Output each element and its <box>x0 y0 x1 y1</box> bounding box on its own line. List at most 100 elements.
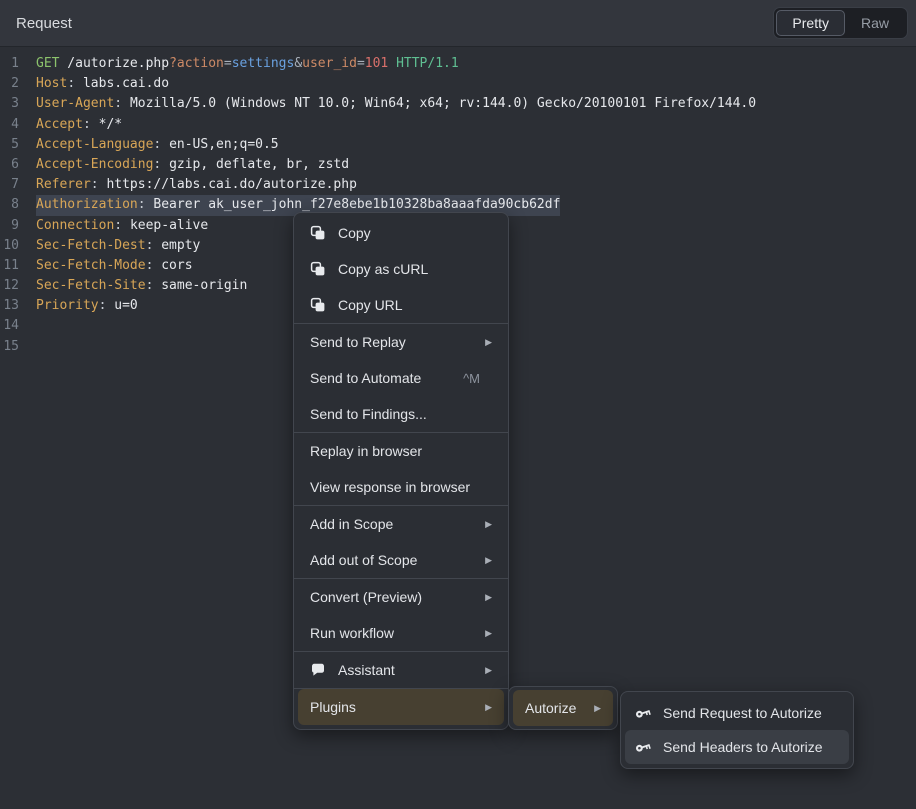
menu-item-add-in-scope[interactable]: Add in Scope▶ <box>298 506 504 542</box>
line-text: Sec-Fetch-Site: same-origin <box>36 276 247 296</box>
line-number: 15 <box>0 337 19 357</box>
autorize-submenu: Send Request to Autorize Send Headers to … <box>620 691 854 769</box>
token-colon: : <box>146 238 162 253</box>
menu-item-label: Assistant <box>338 662 395 678</box>
token-hvalue: empty <box>161 238 200 253</box>
menu-item-assistant[interactable]: Assistant ▶ <box>298 652 504 688</box>
menu-item-plugins[interactable]: Plugins▶ <box>298 689 504 725</box>
token-colon: : <box>114 218 130 233</box>
menu-item-replay-in-browser[interactable]: Replay in browser <box>298 433 504 469</box>
line-number: 9 <box>0 216 19 236</box>
menu-item-run-workflow[interactable]: Run workflow▶ <box>298 615 504 651</box>
menu-item-convert-preview[interactable]: Convert (Preview) ▶ <box>298 579 504 615</box>
line-text: Host: labs.cai.do <box>36 74 169 94</box>
token-hvalue: en-US,en;q=0.5 <box>169 137 279 152</box>
line-number: 3 <box>0 94 19 114</box>
token-colon: : <box>146 258 162 273</box>
line-text: Accept-Encoding: gzip, deflate, br, zstd <box>36 155 349 175</box>
copy-icon <box>310 261 326 277</box>
line-text: Referer: https://labs.cai.do/autorize.ph… <box>36 175 357 195</box>
token-http: HTTP/1.1 <box>396 56 459 71</box>
line-number: 7 <box>0 175 19 195</box>
submenu-arrow-icon: ▶ <box>594 703 605 714</box>
submenu-arrow-icon: ▶ <box>485 628 496 639</box>
menu-item-label: Add out of Scope <box>310 552 417 568</box>
token-hname: Priority <box>36 298 99 313</box>
token-colon: : <box>99 298 115 313</box>
line-number: 13 <box>0 296 19 316</box>
code-line[interactable]: 2 Host: labs.cai.do <box>0 74 916 94</box>
token-hname: Sec-Fetch-Site <box>36 278 146 293</box>
submenu-arrow-icon: ▶ <box>485 519 496 530</box>
line-text: Sec-Fetch-Dest: empty <box>36 236 200 256</box>
menu-item-send-request-to-autorize[interactable]: Send Request to Autorize <box>625 696 849 730</box>
request-panel-header: Request Pretty Raw <box>0 0 916 47</box>
menu-item-label: Copy URL <box>338 297 403 313</box>
menu-item-label: Send Request to Autorize <box>663 705 822 721</box>
copy-icon <box>310 297 326 313</box>
key-icon <box>635 739 651 755</box>
tab-pretty[interactable]: Pretty <box>776 10 845 36</box>
token-hvalue: u=0 <box>114 298 137 313</box>
menu-item-send-to-automate[interactable]: Send to Automate ^M <box>298 360 504 396</box>
code-line[interactable]: 6 Accept-Encoding: gzip, deflate, br, zst… <box>0 155 916 175</box>
code-line[interactable]: 1 GET /autorize.php?action=settings&user_… <box>0 54 916 74</box>
menu-item-label: View response in browser <box>310 479 470 495</box>
menu-item-copy-as-curl[interactable]: Copy as cURL <box>298 251 504 287</box>
menu-item-label: Convert (Preview) <box>310 589 422 605</box>
token-op: = <box>224 56 232 71</box>
token-hname: Host <box>36 76 67 91</box>
line-number: 6 <box>0 155 19 175</box>
tab-raw[interactable]: Raw <box>845 10 905 36</box>
token-hvalue: */* <box>99 117 122 132</box>
code-line[interactable]: 4Accept: */* <box>0 115 916 135</box>
token-colon: : <box>114 96 130 111</box>
token-param: user_id <box>302 56 357 71</box>
menu-item-send-to-replay[interactable]: Send to Replay▶ <box>298 324 504 360</box>
plugins-submenu: Autorize ▶ <box>508 686 618 730</box>
line-text: GET /autorize.php?action=settings&user_i… <box>36 54 459 74</box>
line-number: 2 <box>0 74 19 94</box>
token-hvalue: gzip, deflate, br, zstd <box>169 157 349 172</box>
token-param: action <box>177 56 224 71</box>
token-hname: Connection <box>36 218 114 233</box>
token-num: 101 <box>365 56 388 71</box>
key-icon <box>635 705 651 721</box>
line-number: 8 <box>0 195 19 215</box>
menu-item-add-out-of-scope[interactable]: Add out of Scope▶ <box>298 542 504 578</box>
menu-item-send-headers-to-autorize[interactable]: Send Headers to Autorize <box>625 730 849 764</box>
submenu-arrow-icon: ▶ <box>485 665 496 676</box>
line-text: Sec-Fetch-Mode: cors <box>36 256 193 276</box>
menu-item-label: Send to Automate <box>310 370 421 386</box>
line-text: Priority: u=0 <box>36 296 138 316</box>
menu-item-label: Send to Findings... <box>310 406 427 422</box>
submenu-arrow-icon: ▶ <box>485 592 496 603</box>
menu-item-copy-url[interactable]: Copy URL <box>298 287 504 323</box>
menu-item-autorize[interactable]: Autorize ▶ <box>513 690 613 726</box>
line-number: 10 <box>0 236 19 256</box>
token-hname: Referer <box>36 177 91 192</box>
submenu-arrow-icon: ▶ <box>485 702 496 713</box>
line-number: 1 <box>0 54 19 74</box>
token-colon: : <box>153 157 169 172</box>
line-text: Connection: keep-alive <box>36 216 208 236</box>
chat-icon <box>310 662 326 678</box>
token-colon: : <box>146 278 162 293</box>
shortcut-hint: ^M <box>463 371 480 386</box>
menu-item-send-to-findings[interactable]: Send to Findings... <box>298 396 504 432</box>
code-line[interactable]: 5Accept-Language: en-US,en;q=0.5 <box>0 135 916 155</box>
token-hname: Accept-Language <box>36 137 153 152</box>
token-hvalue: cors <box>161 258 192 273</box>
line-number: 11 <box>0 256 19 276</box>
code-line[interactable]: 7 Referer: https://labs.cai.do/autorize.p… <box>0 175 916 195</box>
code-line[interactable]: 3User-Agent: Mozilla/5.0 (Windows NT 10.… <box>0 94 916 114</box>
line-text: Accept: */* <box>36 115 122 135</box>
menu-item-copy[interactable]: Copy <box>298 215 504 251</box>
token-colon: : <box>67 76 83 91</box>
view-mode-switch: Pretty Raw <box>773 7 908 39</box>
menu-item-label: Send Headers to Autorize <box>663 739 823 755</box>
menu-item-view-response-in-browser[interactable]: View response in browser <box>298 469 504 505</box>
token-qmark: ? <box>169 56 177 71</box>
menu-item-label: Autorize <box>525 700 576 716</box>
token-colon: : <box>83 117 99 132</box>
